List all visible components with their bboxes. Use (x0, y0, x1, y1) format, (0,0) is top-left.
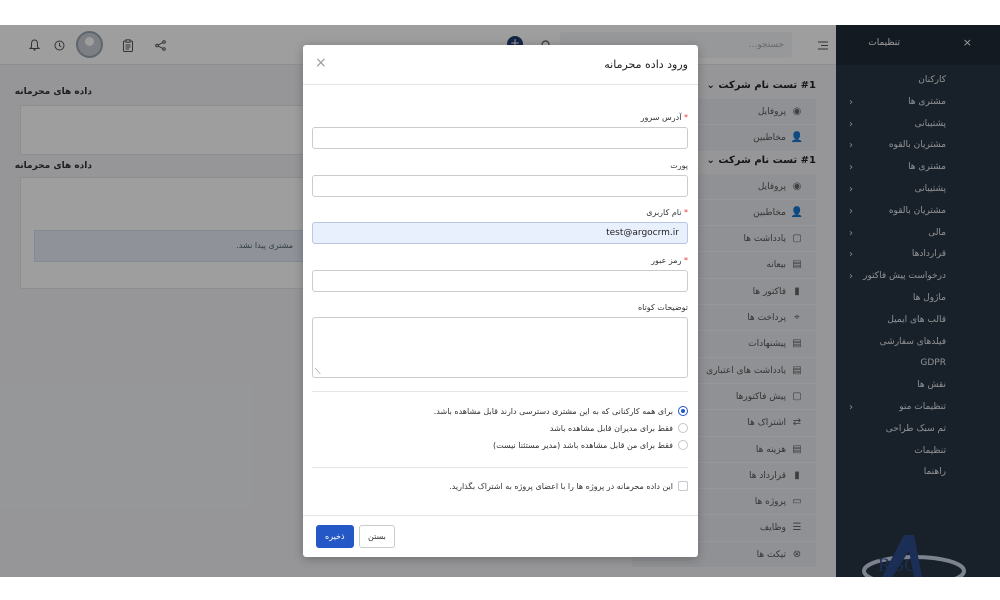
username-input[interactable]: test@argocrm.ir (312, 222, 688, 244)
visibility-option-me[interactable]: فقط برای من قابل مشاهده باشد (مدیر مستثن… (493, 438, 688, 452)
visibility-option-admins[interactable]: فقط برای مدیران قابل مشاهده باشد (550, 421, 688, 435)
share-with-project-option[interactable]: این داده محرمانه در پروژه ها را با اعضای… (449, 479, 688, 493)
close-button[interactable]: بستن (359, 525, 395, 548)
password-label: * رمز عبور (651, 256, 688, 265)
port-label: پورت (670, 161, 688, 170)
visibility-option-label: فقط برای من قابل مشاهده باشد (مدیر مستثن… (493, 440, 673, 450)
server-label: * آدرس سرور (640, 113, 688, 122)
radio-button[interactable] (678, 423, 688, 433)
server-input[interactable] (312, 127, 688, 149)
modal-footer: بستن ذخیره (303, 515, 698, 557)
share-label: این داده محرمانه در پروژه ها را با اعضای… (449, 481, 673, 491)
description-textarea[interactable] (312, 317, 688, 378)
password-input[interactable] (312, 270, 688, 292)
confidential-data-modal: ورود داده محرمانه × * آدرس سرور پورت * ن… (303, 45, 698, 557)
modal-title: ورود داده محرمانه (604, 58, 688, 71)
share-checkbox[interactable] (678, 481, 688, 491)
close-icon[interactable]: × (315, 55, 327, 71)
visibility-option-all[interactable]: برای همه کارکنانی که به این مشتری دسترسی… (434, 404, 688, 418)
username-label: * نام کاربری (646, 208, 688, 217)
divider (312, 391, 688, 392)
save-button[interactable]: ذخیره (316, 525, 354, 548)
port-input[interactable] (312, 175, 688, 197)
radio-button[interactable] (678, 440, 688, 450)
visibility-option-label: فقط برای مدیران قابل مشاهده باشد (549, 423, 673, 433)
app-window: + جستجو... داده های محرمانه داده های محر… (0, 25, 1000, 577)
radio-button[interactable] (678, 406, 688, 416)
divider (312, 467, 688, 468)
description-label: توضیحات کوتاه (637, 303, 688, 312)
modal-header: ورود داده محرمانه × (303, 45, 698, 85)
visibility-option-label: برای همه کارکنانی که به این مشتری دسترسی… (433, 406, 673, 416)
